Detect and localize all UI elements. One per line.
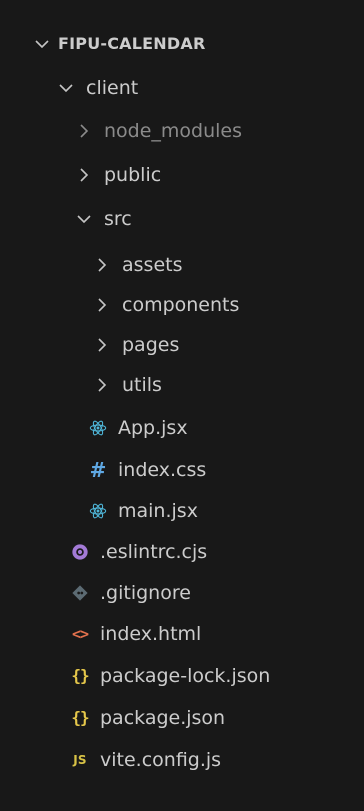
folder-pages[interactable]: pages <box>0 325 364 365</box>
chevron-down-icon <box>32 34 52 54</box>
folder-label: FIPU-CALENDAR <box>58 34 206 53</box>
folder-assets[interactable]: assets <box>0 245 364 285</box>
chevron-right-icon <box>92 375 112 395</box>
folder-public[interactable]: public <box>0 155 364 195</box>
file-index-css[interactable]: # index.css <box>0 450 364 490</box>
html-icon: <> <box>71 625 89 643</box>
chevron-right-icon <box>92 255 112 275</box>
file-index-html[interactable]: <> index.html <box>0 614 364 654</box>
file-eslintrc[interactable]: .eslintrc.cjs <box>0 532 364 572</box>
file-package-lock-json[interactable]: {} package-lock.json <box>0 656 364 696</box>
file-gitignore[interactable]: .gitignore <box>0 573 364 613</box>
folder-label: assets <box>122 254 183 276</box>
json-icon: {} <box>71 666 89 685</box>
folder-src[interactable]: src <box>0 199 364 239</box>
chevron-down-icon <box>74 209 94 229</box>
chevron-right-icon <box>74 121 94 141</box>
chevron-right-icon <box>74 165 94 185</box>
folder-label: utils <box>122 374 162 396</box>
folder-client[interactable]: client <box>0 68 364 108</box>
chevron-right-icon <box>92 335 112 355</box>
chevron-down-icon <box>56 78 76 98</box>
folder-node-modules[interactable]: node_modules <box>0 111 364 151</box>
file-label: main.jsx <box>118 500 198 522</box>
file-label: index.html <box>100 623 202 645</box>
file-vite-config-js[interactable]: JS vite.config.js <box>0 740 364 780</box>
file-package-json[interactable]: {} package.json <box>0 698 364 738</box>
react-icon <box>88 501 108 521</box>
file-label: package-lock.json <box>100 665 271 687</box>
json-icon: {} <box>71 708 89 727</box>
folder-label: components <box>122 294 240 316</box>
file-label: .gitignore <box>100 582 191 604</box>
file-explorer: FIPU-CALENDAR client node_modules public… <box>0 0 364 811</box>
folder-utils[interactable]: utils <box>0 365 364 405</box>
folder-label: client <box>86 77 139 99</box>
eslint-icon <box>70 542 90 562</box>
folder-label: src <box>104 208 132 230</box>
js-icon: JS <box>73 753 87 767</box>
folder-root-fipu-calendar[interactable]: FIPU-CALENDAR <box>0 22 364 66</box>
chevron-right-icon <box>92 295 112 315</box>
react-icon <box>88 418 108 438</box>
file-label: App.jsx <box>118 417 188 439</box>
file-label: index.css <box>118 459 207 481</box>
file-label: .eslintrc.cjs <box>100 541 208 563</box>
css-hash-icon: # <box>89 458 107 482</box>
file-main-jsx[interactable]: main.jsx <box>0 491 364 531</box>
git-icon <box>70 583 90 603</box>
file-app-jsx[interactable]: App.jsx <box>0 408 364 448</box>
folder-label: node_modules <box>104 120 243 142</box>
folder-label: public <box>104 164 162 186</box>
folder-components[interactable]: components <box>0 285 364 325</box>
file-label: package.json <box>100 707 226 729</box>
folder-label: pages <box>122 334 180 356</box>
file-label: vite.config.js <box>100 749 222 771</box>
